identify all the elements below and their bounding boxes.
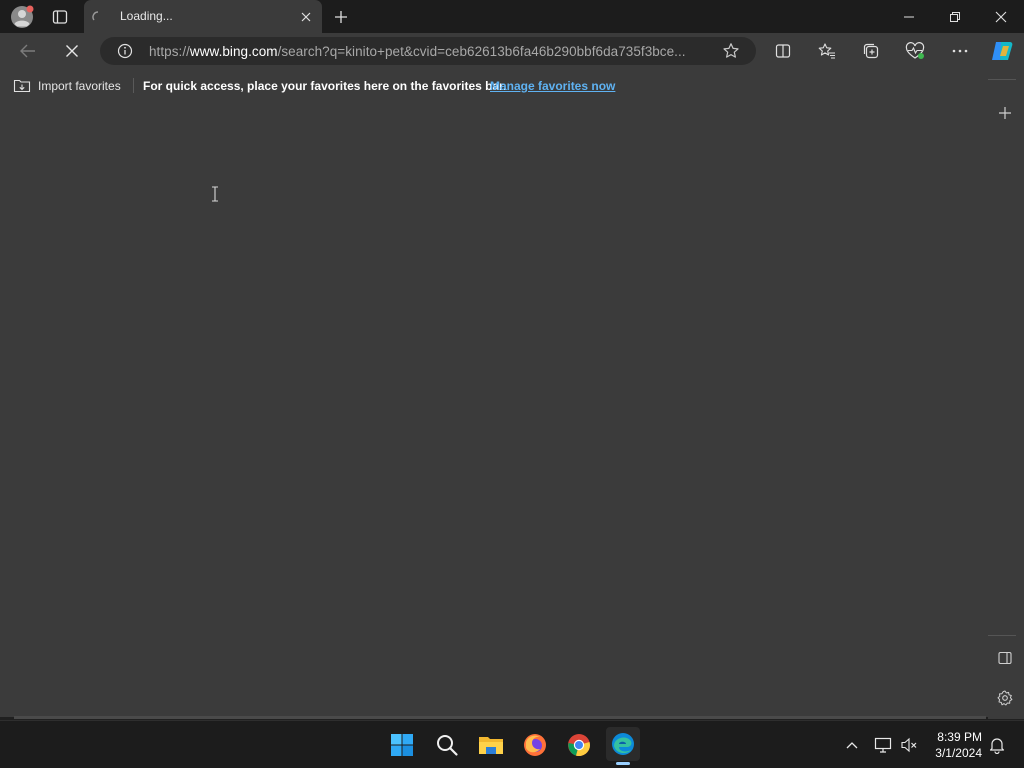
- volume-muted-icon[interactable]: [899, 735, 919, 755]
- horizontal-scrollbar[interactable]: [14, 716, 986, 719]
- url-domain: www.bing.com: [189, 44, 278, 59]
- toolbar: https://www.bing.com/search?q=kinito+pet…: [0, 33, 1024, 69]
- edge-icon[interactable]: [606, 727, 640, 761]
- close-window-icon[interactable]: [988, 6, 1014, 28]
- text-cursor-icon: [209, 186, 221, 202]
- url-text[interactable]: https://www.bing.com/search?q=kinito+pet…: [149, 44, 686, 59]
- sidebar-divider: [988, 635, 1016, 636]
- more-options-icon[interactable]: [948, 40, 972, 62]
- collections-icon[interactable]: [860, 40, 882, 62]
- chrome-icon[interactable]: [565, 731, 593, 759]
- new-tab-icon[interactable]: [330, 6, 352, 28]
- browser-essentials-icon[interactable]: [904, 40, 926, 62]
- favorites-bar-message: For quick access, place your favorites h…: [143, 79, 507, 93]
- url-scheme: https://: [149, 44, 190, 59]
- firefox-icon[interactable]: [521, 731, 549, 759]
- notifications-bell-icon[interactable]: [987, 735, 1007, 755]
- clock-time[interactable]: 8:39 PM: [920, 730, 982, 744]
- manage-favorites-link[interactable]: Manage favorites now: [490, 79, 615, 93]
- import-favorites-icon[interactable]: [12, 77, 32, 93]
- back-icon[interactable]: [16, 40, 40, 62]
- hide-sidebar-icon[interactable]: [992, 648, 1018, 668]
- divider: [133, 78, 134, 93]
- loading-spinner-icon: [91, 10, 105, 24]
- tab-active[interactable]: Loading...: [84, 0, 322, 33]
- split-screen-icon[interactable]: [772, 40, 794, 62]
- taskbar: 8:39 PM 3/1/2024: [0, 720, 1024, 768]
- restore-icon[interactable]: [942, 6, 968, 28]
- site-info-icon[interactable]: [116, 43, 134, 59]
- favorite-star-icon[interactable]: [720, 42, 742, 60]
- favorites-icon[interactable]: [816, 40, 838, 62]
- profile-avatar[interactable]: [10, 5, 34, 29]
- url-path: /search?q=kinito+pet&cvid=ceb62613b6fa46…: [277, 44, 686, 59]
- show-hidden-icons-chevron-icon[interactable]: [842, 735, 862, 755]
- file-explorer-icon[interactable]: [477, 731, 505, 759]
- add-sidebar-app-icon[interactable]: [992, 103, 1018, 123]
- close-tab-icon[interactable]: [298, 9, 314, 25]
- start-icon[interactable]: [388, 731, 416, 759]
- tab-actions-icon[interactable]: [50, 7, 70, 27]
- sidebar-settings-icon[interactable]: [992, 688, 1018, 708]
- edge-active-indicator: [616, 762, 630, 765]
- page-content[interactable]: [0, 101, 988, 717]
- network-icon[interactable]: [873, 735, 893, 755]
- edge-sidebar: [988, 69, 1024, 719]
- stop-loading-icon[interactable]: [60, 40, 84, 62]
- import-favorites-button[interactable]: Import favorites: [38, 79, 121, 93]
- search-icon[interactable]: [433, 731, 461, 759]
- sidebar-divider: [988, 79, 1016, 80]
- title-bar: Loading...: [0, 0, 1024, 33]
- favorites-bar: Import favorites For quick access, place…: [0, 69, 988, 101]
- copilot-icon[interactable]: [988, 38, 1016, 64]
- minimize-icon[interactable]: [896, 6, 922, 28]
- tab-title: Loading...: [120, 9, 173, 23]
- address-bar[interactable]: https://www.bing.com/search?q=kinito+pet…: [100, 37, 756, 65]
- clock-date[interactable]: 3/1/2024: [920, 746, 982, 760]
